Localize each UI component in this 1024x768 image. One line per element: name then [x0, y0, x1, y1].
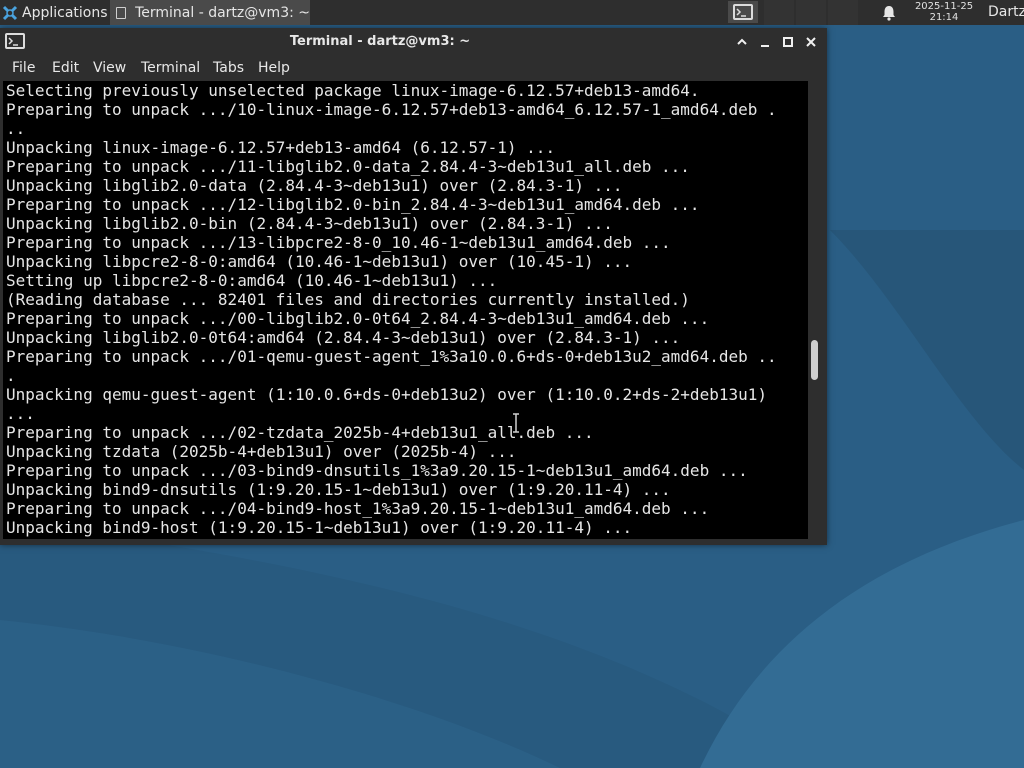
window-titlebar[interactable]: Terminal - dartz@vm3: ~	[0, 28, 827, 56]
terminal-line: ...	[6, 404, 35, 423]
terminal-line: Preparing to unpack .../10-linux-image-6…	[6, 100, 777, 119]
window-title: Terminal - dartz@vm3: ~	[289, 34, 471, 49]
terminal-line: Unpacking libglib2.0-bin (2.84.4-3~deb13…	[6, 214, 613, 233]
minimize-icon	[761, 45, 769, 47]
menu-tabs[interactable]: Tabs	[211, 56, 246, 81]
terminal-line: Preparing to unpack .../03-bind9-dnsutil…	[6, 461, 748, 480]
terminal-window: Terminal - dartz@vm3: ~ File Edit View T…	[0, 28, 827, 545]
menu-file[interactable]: File	[10, 56, 37, 81]
top-panel: Applications ☰ Terminal - dartz@vm3: ~ 2…	[0, 0, 1024, 25]
terminal-icon	[733, 4, 753, 20]
terminal-line: ..	[6, 119, 26, 138]
workspace-2[interactable]	[796, 0, 826, 25]
menu-view[interactable]: View	[91, 56, 128, 81]
scrollbar-thumb[interactable]	[811, 340, 818, 381]
terminal-output[interactable]: Selecting previously unselected package …	[3, 81, 808, 539]
terminal-line: (Reading database ... 82401 files and di…	[6, 290, 690, 309]
terminal-line: Unpacking bind9-host (1:9.20.15-1~deb13u…	[6, 518, 633, 537]
applications-label: Applications	[22, 4, 108, 21]
terminal-line: Preparing to unpack .../13-libpcre2-8-0_…	[6, 233, 671, 252]
terminal-line: Preparing to unpack .../04-bind9-host_1%…	[6, 499, 710, 518]
menu-edit[interactable]: Edit	[50, 56, 81, 81]
menu-bar: File Edit View Terminal Tabs Help	[0, 56, 827, 81]
terminal-line: Preparing to unpack .../02-tzdata_2025b-…	[6, 423, 594, 442]
close-button[interactable]	[803, 34, 819, 50]
terminal-line: Unpacking qemu-guest-agent (1:10.0.6+ds-…	[6, 385, 767, 404]
maximize-icon	[783, 37, 793, 47]
minimize-button[interactable]	[757, 34, 773, 50]
maximize-button[interactable]	[780, 34, 796, 50]
terminal-line: Preparing to unpack .../11-libglib2.0-da…	[6, 157, 690, 176]
terminal-line: Unpacking libglib2.0-data (2.84.4-3~deb1…	[6, 176, 623, 195]
terminal-launcher-button[interactable]	[728, 1, 758, 23]
menu-terminal[interactable]: Terminal	[139, 56, 202, 81]
scrollbar[interactable]	[808, 81, 824, 539]
terminal-line: Preparing to unpack .../01-qemu-guest-ag…	[6, 347, 777, 366]
shade-button[interactable]	[734, 34, 750, 50]
taskbar-item-label: Terminal - dartz@vm3: ~	[135, 4, 310, 21]
workspace-3[interactable]	[828, 0, 858, 25]
user-menu[interactable]: Dartz	[988, 0, 1024, 25]
terminal-line: .	[6, 366, 16, 385]
xfce-logo-icon	[2, 5, 18, 20]
terminal-line: Selecting previously unselected package …	[6, 81, 700, 100]
clock[interactable]: 2025-11-25 21:14	[906, 1, 982, 23]
close-icon	[806, 37, 816, 47]
terminal-line: Preparing to unpack .../12-libglib2.0-bi…	[6, 195, 700, 214]
clock-time: 21:14	[929, 12, 959, 23]
text-cursor-icon	[513, 413, 519, 433]
taskbar-item-terminal[interactable]: Terminal - dartz@vm3: ~	[110, 0, 310, 25]
clock-date: 2025-11-25	[914, 1, 974, 12]
workspace-1[interactable]	[764, 0, 794, 25]
terminal-line: Unpacking libpcre2-8-0:amd64 (10.46-1~de…	[6, 252, 633, 271]
terminal-line: Setting up libpcre2-8-0:amd64 (10.46-1~d…	[6, 271, 498, 290]
menu-help[interactable]: Help	[256, 56, 292, 81]
terminal-line: Unpacking tzdata (2025b-4+deb13u1) over …	[6, 442, 517, 461]
terminal-line: Unpacking bind9-dnsutils (1:9.20.15-1~de…	[6, 480, 671, 499]
bell-icon[interactable]	[880, 4, 898, 22]
chevron-up-icon	[737, 38, 747, 45]
terminal-icon	[116, 6, 127, 19]
terminal-line: Unpacking linux-image-6.12.57+deb13-amd6…	[6, 138, 556, 157]
terminal-line: Preparing to unpack .../00-libglib2.0-0t…	[6, 309, 710, 328]
terminal-line: Unpacking libglib2.0-0t64:amd64 (2.84.4-…	[6, 328, 681, 347]
applications-menu-button[interactable]: Applications ☰	[0, 0, 120, 25]
